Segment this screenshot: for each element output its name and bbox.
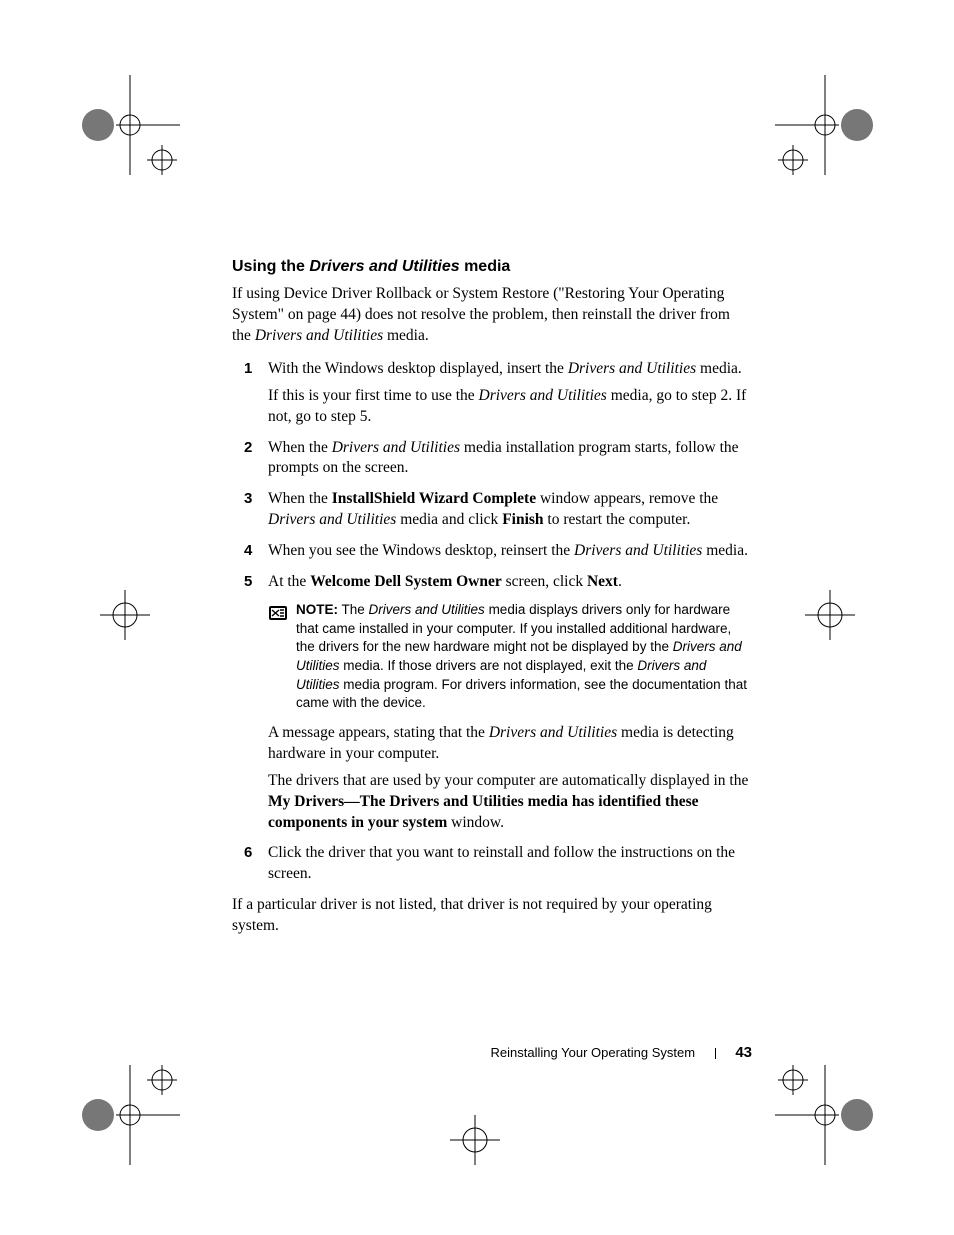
heading-text: Using the bbox=[232, 258, 309, 275]
body-text-bold: InstallShield Wizard Complete bbox=[332, 490, 536, 507]
body-text: When the bbox=[268, 490, 332, 507]
printer-registration-mark-icon bbox=[70, 560, 180, 670]
step-body: At the Welcome Dell System Owner screen,… bbox=[268, 572, 752, 593]
note-icon bbox=[268, 603, 288, 630]
footer-separator bbox=[715, 1048, 716, 1059]
printer-registration-mark-icon bbox=[775, 560, 885, 670]
step-number: 2 bbox=[244, 438, 252, 458]
printer-registration-mark-icon bbox=[775, 1060, 885, 1170]
body-text: window. bbox=[447, 814, 504, 831]
body-text: media program. For drivers information, … bbox=[296, 677, 747, 711]
step-item: 2 When the Drivers and Utilities media i… bbox=[232, 438, 752, 480]
step-body: If this is your first time to use the Dr… bbox=[268, 386, 752, 428]
body-text: to restart the computer. bbox=[544, 511, 691, 528]
intro-paragraph: If using Device Driver Rollback or Syste… bbox=[232, 284, 752, 347]
step-item: 5 At the Welcome Dell System Owner scree… bbox=[232, 572, 752, 833]
step-number: 1 bbox=[244, 359, 252, 379]
step-body: A message appears, stating that the Driv… bbox=[268, 723, 752, 765]
heading-italic: Drivers and Utilities bbox=[309, 258, 459, 275]
body-text: The bbox=[338, 602, 369, 617]
ordered-steps: 1 With the Windows desktop displayed, in… bbox=[232, 359, 752, 886]
body-text: media. bbox=[696, 360, 742, 377]
body-text: media. If those drivers are not displaye… bbox=[340, 658, 638, 673]
body-text-italic: Drivers and Utilities bbox=[574, 542, 702, 559]
body-text-bold: Welcome Dell System Owner bbox=[310, 573, 502, 590]
page-content: Using the Drivers and Utilities media If… bbox=[232, 258, 752, 937]
body-text: media. bbox=[383, 327, 429, 344]
body-text: When the bbox=[268, 439, 332, 456]
body-text-italic: Drivers and Utilities bbox=[369, 602, 485, 617]
heading-text: media bbox=[460, 258, 511, 275]
body-text-italic: Drivers and Utilities bbox=[489, 724, 617, 741]
printer-registration-mark-icon bbox=[430, 1095, 520, 1185]
printer-registration-mark-icon bbox=[70, 1060, 180, 1170]
step-number: 6 bbox=[244, 843, 252, 863]
page-footer: Reinstalling Your Operating System 43 bbox=[0, 1044, 954, 1061]
note-label: NOTE: bbox=[296, 602, 338, 617]
body-text-italic: Drivers and Utilities bbox=[479, 387, 607, 404]
page-number: 43 bbox=[735, 1044, 752, 1061]
body-text: With the Windows desktop displayed, inse… bbox=[268, 360, 568, 377]
body-text: media. bbox=[702, 542, 748, 559]
body-text-italic: Drivers and Utilities bbox=[255, 327, 383, 344]
step-number: 5 bbox=[244, 572, 252, 592]
printer-registration-mark-icon bbox=[775, 70, 885, 180]
body-text: The drivers that are used by your comput… bbox=[268, 772, 748, 789]
body-text: Click the driver that you want to reinst… bbox=[268, 844, 735, 882]
step-number: 4 bbox=[244, 541, 252, 561]
printer-registration-mark-icon bbox=[70, 70, 180, 180]
step-item: 3 When the InstallShield Wizard Complete… bbox=[232, 489, 752, 531]
body-text: At the bbox=[268, 573, 310, 590]
step-number: 3 bbox=[244, 489, 252, 509]
footer-section-title: Reinstalling Your Operating System bbox=[491, 1045, 696, 1060]
body-text-bold: Finish bbox=[502, 511, 543, 528]
step-item: 6 Click the driver that you want to rein… bbox=[232, 843, 752, 885]
step-body: Click the driver that you want to reinst… bbox=[268, 843, 752, 885]
body-text: If this is your first time to use the bbox=[268, 387, 479, 404]
step-body: When you see the Windows desktop, reinse… bbox=[268, 541, 752, 562]
section-heading: Using the Drivers and Utilities media bbox=[232, 258, 752, 276]
body-text-italic: Drivers and Utilities bbox=[332, 439, 460, 456]
body-text: . bbox=[618, 573, 622, 590]
body-text: media and click bbox=[396, 511, 502, 528]
step-item: 4 When you see the Windows desktop, rein… bbox=[232, 541, 752, 562]
body-text-bold: Next bbox=[587, 573, 618, 590]
note-text: NOTE: The Drivers and Utilities media di… bbox=[296, 601, 752, 713]
note-block: NOTE: The Drivers and Utilities media di… bbox=[268, 601, 752, 713]
step-body: The drivers that are used by your comput… bbox=[268, 771, 752, 834]
closing-paragraph: If a particular driver is not listed, th… bbox=[232, 895, 752, 937]
body-text: When you see the Windows desktop, reinse… bbox=[268, 542, 574, 559]
body-text: A message appears, stating that the bbox=[268, 724, 489, 741]
body-text: screen, click bbox=[502, 573, 587, 590]
step-body: When the InstallShield Wizard Complete w… bbox=[268, 489, 752, 531]
body-text-italic: Drivers and Utilities bbox=[568, 360, 696, 377]
step-body: When the Drivers and Utilities media ins… bbox=[268, 438, 752, 480]
step-item: 1 With the Windows desktop displayed, in… bbox=[232, 359, 752, 428]
body-text: window appears, remove the bbox=[536, 490, 718, 507]
body-text-italic: Drivers and Utilities bbox=[268, 511, 396, 528]
step-body: With the Windows desktop displayed, inse… bbox=[268, 359, 752, 380]
